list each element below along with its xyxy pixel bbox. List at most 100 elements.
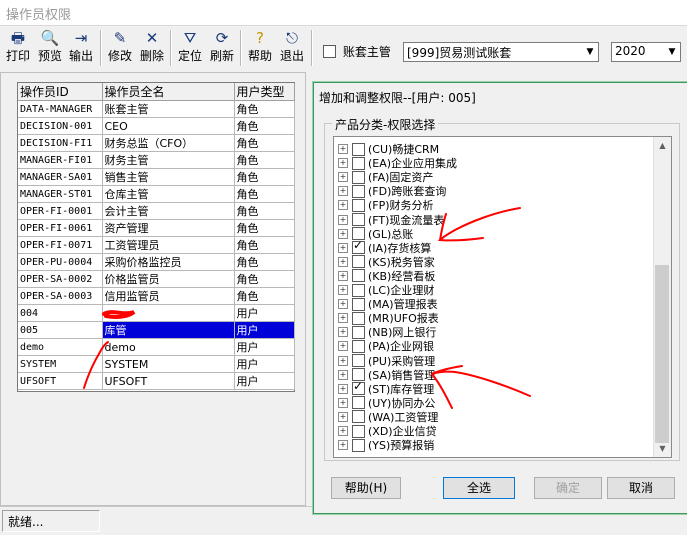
permission-checkbox[interactable] [352, 396, 365, 410]
operator-id-cell[interactable]: DATA-MANAGER [18, 100, 103, 118]
column-header-id[interactable]: 操作员ID [18, 83, 103, 101]
table-row[interactable]: MANAGER-FI01 财务主管 角色 [18, 151, 295, 169]
year-select[interactable]: 2020 ▼ [611, 42, 681, 62]
permission-checkbox[interactable] [352, 410, 365, 424]
tree-item[interactable]: + (FP)财务分析 [338, 197, 434, 212]
operator-fullname-cell[interactable]: 仓库主管 [102, 185, 235, 203]
expand-plus-icon[interactable]: + [338, 426, 348, 436]
tree-item[interactable]: + (FD)跨账套查询 [338, 183, 446, 198]
permission-checkbox[interactable] [352, 184, 365, 198]
user-type-cell[interactable]: 用户 [234, 338, 295, 356]
permission-checkbox[interactable] [352, 354, 365, 367]
permission-checkbox[interactable] [352, 438, 365, 452]
permission-checkbox[interactable] [352, 339, 365, 353]
expand-plus-icon[interactable]: + [338, 397, 348, 408]
expand-plus-icon[interactable]: + [338, 369, 348, 380]
operator-id-cell[interactable]: DECISION-FI1 [18, 134, 103, 152]
user-type-cell[interactable]: 角色 [234, 117, 295, 135]
tree-item[interactable]: + (PU)采购管理 [338, 353, 435, 368]
expand-plus-icon[interactable]: + [338, 172, 348, 183]
checkbox-box[interactable] [323, 45, 336, 58]
help-button[interactable]: ? 帮助 [245, 28, 275, 68]
permission-checkbox[interactable] [352, 170, 365, 184]
table-row[interactable]: UFSOFT UFSOFT 用户 [18, 372, 295, 390]
scroll-down-icon[interactable]: ▼ [654, 440, 671, 457]
user-type-cell[interactable]: 用户 [234, 355, 295, 373]
operator-id-cell[interactable]: 005 [18, 321, 103, 339]
expand-plus-icon[interactable]: + [338, 256, 348, 267]
user-type-cell[interactable]: 用户 [234, 321, 295, 339]
table-row[interactable]: 005 库管 用户 [18, 321, 295, 339]
operator-fullname-cell[interactable]: 工资管理员 [102, 236, 235, 254]
tree-item[interactable]: + (IA)存货核算 [338, 238, 431, 255]
operator-table[interactable]: 操作员ID 操作员全名 用户类型 DATA-MANAGER 账套主管 角色 DECIS… [17, 82, 295, 392]
table-row[interactable]: demo demo 用户 [18, 338, 295, 356]
column-header-usertype[interactable]: 用户类型 [234, 83, 295, 101]
product-permission-tree[interactable]: + (CU)畅捷CRM + (EA)企业应用集成 + (FA)固定资产 + (FD)跨账套查询… [333, 136, 672, 458]
tree-item[interactable]: + (FA)固定资产 [338, 169, 433, 184]
account-manager-checkbox[interactable]: 账套主管 [323, 43, 391, 59]
user-type-cell[interactable]: 角色 [234, 236, 295, 254]
help-dialog-button[interactable]: 帮助(H) [331, 477, 401, 499]
expand-plus-icon[interactable]: + [338, 270, 348, 281]
user-type-cell[interactable]: 角色 [234, 219, 295, 237]
expand-plus-icon[interactable]: + [338, 144, 348, 154]
tree-item[interactable]: + (FT)现金流量表 [338, 212, 444, 227]
refresh-button[interactable]: ⟳ 刷新 [207, 28, 237, 68]
tree-item[interactable]: + (KS)税务管家 [338, 254, 435, 269]
user-type-cell[interactable]: 角色 [234, 100, 295, 118]
tree-item[interactable]: + (XD)企业信贷 [338, 423, 437, 438]
edit-button[interactable]: ✎ 修改 [105, 28, 135, 68]
expand-plus-icon[interactable]: + [338, 228, 348, 239]
permission-checkbox[interactable] [352, 424, 365, 438]
chevron-down-icon[interactable]: ▼ [664, 43, 680, 61]
operator-id-cell[interactable]: MANAGER-FI01 [18, 151, 103, 169]
operator-id-cell[interactable]: OPER-SA-0002 [18, 270, 103, 288]
tree-item[interactable]: + (UY)协同办公 [338, 395, 435, 410]
table-row[interactable]: OPER-FI-0061 资产管理 角色 [18, 219, 295, 237]
table-row[interactable]: OPER-SA-0002 价格监管员 角色 [18, 270, 295, 288]
user-type-cell[interactable]: 用户 [234, 372, 295, 390]
operator-id-cell[interactable]: MANAGER-ST01 [18, 185, 103, 203]
column-header-fullname[interactable]: 操作员全名 [102, 83, 235, 101]
user-type-cell[interactable]: 角色 [234, 134, 295, 152]
tree-item[interactable]: + (WA)工资管理 [338, 409, 438, 424]
permission-checkbox[interactable] [352, 156, 365, 170]
chevron-down-icon[interactable]: ▼ [582, 43, 598, 61]
tree-item[interactable]: + (MA)管理报表 [338, 296, 438, 311]
account-set-select[interactable]: [999]贸易测试账套 ▼ [403, 42, 599, 62]
tree-item[interactable]: + (GL)总账 [338, 226, 413, 241]
permission-checkbox[interactable] [352, 238, 365, 255]
tree-item[interactable]: + (CU)畅捷CRM [338, 141, 439, 156]
operator-fullname-cell[interactable]: 资产管理 [102, 219, 235, 237]
permission-checkbox[interactable] [352, 213, 365, 226]
user-type-cell[interactable]: 用户 [234, 304, 295, 322]
table-row[interactable]: MANAGER-ST01 仓库主管 角色 [18, 185, 295, 203]
permission-checkbox[interactable] [352, 255, 365, 269]
table-row[interactable]: OPER-PU-0004 采购价格监控员 角色 [18, 253, 295, 271]
permission-checkbox[interactable] [352, 297, 365, 311]
operator-id-cell[interactable]: OPER-FI-0001 [18, 202, 103, 220]
operator-id-cell[interactable]: OPER-SA-0003 [18, 287, 103, 305]
tree-item[interactable]: + (KB)经营看板 [338, 268, 435, 283]
table-row[interactable]: DECISION-FI1 财务总监（CFO） 角色 [18, 134, 295, 152]
tree-item[interactable]: + (YS)预算报销 [338, 437, 434, 452]
operator-fullname-cell[interactable]: 库管 [102, 321, 235, 339]
operator-fullname-cell[interactable]: 会计主管 [102, 202, 235, 220]
expand-plus-icon[interactable]: + [338, 242, 348, 253]
operator-id-cell[interactable]: OPER-FI-0061 [18, 219, 103, 237]
operator-fullname-cell[interactable]: 信用监管员 [102, 287, 235, 305]
tree-item[interactable]: + (LC)企业理财 [338, 282, 434, 297]
exit-button[interactable]: ⎋ 退出 [277, 28, 307, 68]
expand-plus-icon[interactable]: + [338, 313, 348, 324]
table-row[interactable]: SYSTEM SYSTEM 用户 [18, 355, 295, 373]
preview-button[interactable]: 🔍 预览 [35, 28, 65, 68]
expand-plus-icon[interactable]: + [338, 299, 348, 310]
permission-checkbox[interactable] [352, 311, 365, 325]
cancel-button[interactable]: 取消 [607, 477, 675, 499]
user-type-cell[interactable]: 角色 [234, 287, 295, 305]
expand-plus-icon[interactable]: + [338, 355, 348, 366]
operator-fullname-cell[interactable] [102, 304, 235, 322]
locate-button[interactable]: ⛛ 定位 [175, 28, 205, 68]
scroll-up-icon[interactable]: ▲ [654, 137, 671, 154]
